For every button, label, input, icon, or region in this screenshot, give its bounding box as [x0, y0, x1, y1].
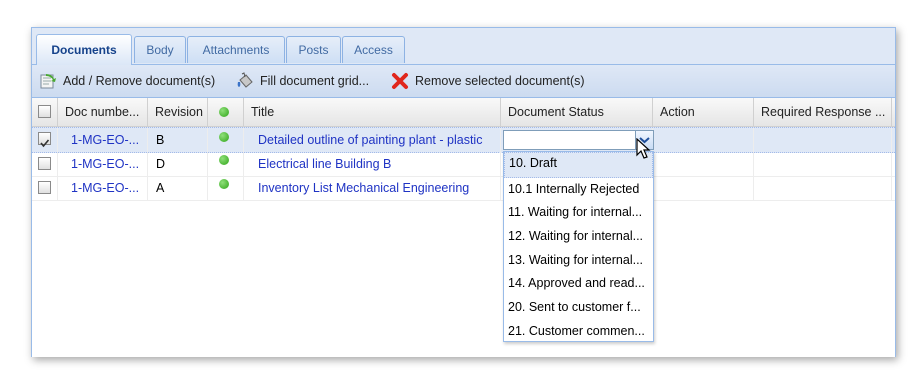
column-header-title[interactable]: Title — [244, 98, 501, 126]
fill-document-grid-label: Fill document grid... — [260, 74, 370, 88]
status-option[interactable]: 13. Waiting for internal... — [504, 249, 653, 273]
document-panel: Documents Body Attachments Posts Access … — [31, 27, 896, 357]
title-cell[interactable]: Electrical line Building B — [244, 152, 501, 176]
status-dot-icon — [219, 179, 229, 189]
action-cell[interactable] — [653, 152, 754, 176]
status-option[interactable]: 21. Customer commen... — [504, 320, 653, 344]
column-header-revision[interactable]: Revision — [148, 98, 208, 126]
document-status-combo-input[interactable] — [503, 130, 654, 150]
add-remove-documents-icon — [40, 74, 56, 89]
checkmark-icon — [40, 139, 50, 148]
revision-cell: D — [148, 152, 208, 176]
status-option[interactable]: 20. Sent to customer f... — [504, 296, 653, 320]
paint-bucket-icon — [237, 72, 253, 88]
doc-number-cell[interactable]: 1-MG-EO-... — [58, 176, 148, 200]
column-header-document-status[interactable]: Document Status — [501, 98, 653, 126]
title-cell[interactable]: Inventory List Mechanical Engineering — [244, 176, 501, 200]
status-dot-icon — [219, 132, 229, 142]
required-response-cell[interactable] — [754, 128, 892, 152]
grid-header: Doc numbe... Revision Title Document Sta… — [32, 98, 895, 127]
status-option[interactable]: 11. Waiting for internal... — [504, 201, 653, 225]
tab-attachments[interactable]: Attachments — [187, 36, 285, 63]
status-option[interactable]: 10. Draft — [504, 152, 653, 178]
doc-number-cell[interactable]: 1-MG-EO-... — [58, 152, 148, 176]
status-dot-icon — [219, 155, 229, 165]
tab-posts[interactable]: Posts — [286, 36, 341, 63]
tab-access[interactable]: Access — [342, 36, 405, 63]
table-row[interactable]: 1-MG-EO-... B Detailed outline of painti… — [32, 127, 895, 153]
doc-number-cell[interactable]: 1-MG-EO-... — [58, 128, 148, 152]
select-all-checkbox[interactable] — [38, 105, 51, 118]
tab-body[interactable]: Body — [134, 36, 186, 63]
column-header-status-indicator[interactable] — [208, 98, 244, 126]
tab-documents[interactable]: Documents — [36, 34, 132, 65]
remove-selected-documents-button[interactable]: Remove selected document(s) — [391, 71, 585, 91]
remove-selected-documents-label: Remove selected document(s) — [415, 74, 585, 88]
column-header-required-response[interactable]: Required Response ... — [754, 98, 892, 126]
select-all-header[interactable] — [32, 98, 58, 126]
status-option[interactable]: 10.1 Internally Rejected — [504, 178, 653, 202]
red-x-icon — [392, 73, 408, 89]
revision-cell: A — [148, 176, 208, 200]
tab-bar: Documents Body Attachments Posts Access — [32, 28, 895, 65]
status-indicator-cell — [208, 128, 244, 152]
mouse-cursor-icon — [636, 138, 651, 159]
column-header-action[interactable]: Action — [653, 98, 754, 126]
status-dot-icon — [219, 107, 229, 117]
status-indicator-cell — [208, 152, 244, 176]
fill-document-grid-button[interactable]: Fill document grid... — [236, 71, 369, 91]
column-header-doc-number[interactable]: Doc numbe... — [58, 98, 148, 126]
toolbar: Add / Remove document(s) Fill document g… — [32, 65, 895, 98]
action-cell[interactable] — [653, 128, 754, 152]
row-checkbox[interactable] — [38, 132, 51, 148]
documents-grid: Doc numbe... Revision Title Document Sta… — [32, 98, 895, 357]
document-status-dropdown-list: 10. Draft 10.1 Internally Rejected 11. W… — [503, 151, 654, 342]
status-option[interactable]: 12. Waiting for internal... — [504, 225, 653, 249]
required-response-cell[interactable] — [754, 152, 892, 176]
table-row[interactable]: 1-MG-EO-... D Electrical line Building B — [32, 152, 895, 177]
add-remove-documents-label: Add / Remove document(s) — [63, 74, 216, 88]
add-remove-documents-button[interactable]: Add / Remove document(s) — [39, 71, 215, 91]
required-response-cell[interactable] — [754, 176, 892, 200]
status-indicator-cell — [208, 176, 244, 200]
table-row[interactable]: 1-MG-EO-... A Inventory List Mechanical … — [32, 176, 895, 201]
title-cell[interactable]: Detailed outline of painting plant - pla… — [244, 128, 501, 152]
row-checkbox[interactable] — [38, 181, 51, 194]
status-option[interactable]: 14. Approved and read... — [504, 272, 653, 296]
row-checkbox[interactable] — [38, 157, 51, 170]
revision-cell: B — [148, 128, 208, 152]
action-cell[interactable] — [653, 176, 754, 200]
